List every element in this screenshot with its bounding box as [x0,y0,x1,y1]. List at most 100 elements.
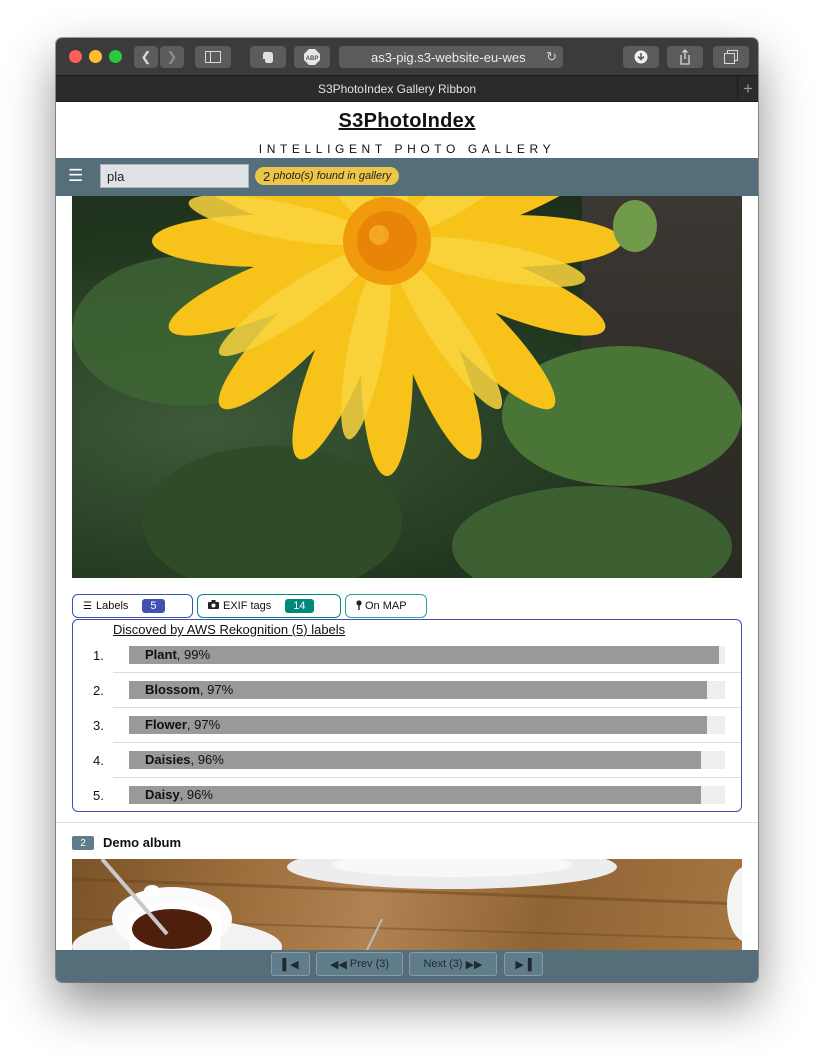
label-text: Blossom, 97% [145,682,233,697]
search-input[interactable] [100,164,249,188]
svg-text:ABP: ABP [306,56,319,62]
label-confidence: , 97% [186,717,221,732]
last-page-button[interactable]: ▶▐ [504,952,543,976]
tabs-icon [724,50,738,64]
tea-illustration [72,859,742,950]
label-row: 3. Flower, 97% [93,708,741,743]
gallery-photo-tea[interactable] [72,859,742,950]
label-name: Blossom [145,682,200,697]
label-name: Flower [145,717,187,732]
results-text: photo(s) found in gallery [273,170,392,182]
menu-icon[interactable]: ☰ [68,166,83,186]
chevron-right-icon: ❯ [166,49,178,64]
reload-icon[interactable]: ↻ [546,49,557,65]
confidence-bar [129,786,702,804]
map-pin-icon [356,599,362,613]
browser-toolbar: ❮ ❯ ABP as3-pig.s3-website-eu-wes ↻ [56,38,758,75]
close-window-button[interactable] [69,50,82,63]
prev-page-label: Prev (3) [349,958,390,970]
list-icon: ☰ [83,600,92,612]
chevron-left-icon: ❮ [140,49,152,64]
minimize-window-button[interactable] [89,50,102,63]
first-page-button[interactable]: ▌◀ [271,952,310,976]
address-bar[interactable]: as3-pig.s3-website-eu-wes ↻ [339,46,563,68]
abp-icon: ABP [304,49,320,65]
label-row: 1. Plant, 99% [93,638,741,673]
zoom-window-button[interactable] [109,50,122,63]
confidence-bar-track: Flower, 97% [129,716,725,734]
brand-subtitle: INTELLIGENT PHOTO GALLERY [258,142,556,156]
download-icon [634,50,648,64]
label-text: Daisy, 96% [145,787,213,802]
confidence-bar-track: Daisies, 96% [129,751,725,769]
label-text: Flower, 97% [145,717,220,732]
gallery-photo-flower[interactable] [72,196,742,578]
share-icon [680,49,690,65]
next-page-label: Next (3) [423,958,463,970]
tab-exif[interactable]: EXIF tags 14 [197,594,341,618]
divider [56,822,758,823]
label-row: 4. Daisies, 96% [93,743,741,778]
label-row: 5. Daisy, 96% [93,778,727,813]
tab-map[interactable]: On MAP [345,594,427,618]
labels-panel-title: Discoved by AWS Rekognition (5) labels [113,622,346,637]
results-badge: 2 photo(s) found in gallery [255,167,400,185]
label-rank: 2. [93,683,104,698]
pagination-bar: ▌◀ ◀◀ Prev (3) Next (3) ▶▶ ▶▐ [56,950,758,982]
skip-first-icon: ▌◀ [282,958,299,971]
tab-labels[interactable]: ☰ Labels 5 [72,594,193,618]
label-row: 2. Blossom, 97% [93,673,741,708]
brand-title[interactable]: S3PhotoIndex [56,110,758,133]
exif-count-badge: 14 [285,599,314,613]
confidence-bar [129,646,720,664]
page-content: S3PhotoIndex INTELLIGENT PHOTO GALLERY ☰… [56,102,758,950]
next-page-button[interactable]: Next (3) ▶▶ [409,952,497,976]
label-text: Plant, 99% [145,647,210,662]
forward-button[interactable]: ❯ [160,46,184,68]
elephant-icon [263,52,273,63]
sidebar-toggle-button[interactable] [195,46,231,68]
label-name: Daisies [145,752,191,767]
tab-bar: S3PhotoIndex Gallery Ribbon + [56,75,758,102]
tab-exif-label: EXIF tags [223,600,272,612]
album-count-badge: 2 [72,836,94,850]
confidence-bar-track: Blossom, 97% [129,681,725,699]
tab-overview-button[interactable] [713,46,749,68]
share-button[interactable] [667,46,703,68]
prev-page-button[interactable]: ◀◀ Prev (3) [316,952,403,976]
evernote-extension-button[interactable] [250,46,286,68]
label-rank: 4. [93,753,104,768]
label-rank: 1. [93,648,104,663]
fast-forward-icon: ▶▶ [465,958,483,971]
tab-active[interactable]: S3PhotoIndex Gallery Ribbon [56,76,738,101]
rewind-icon: ◀◀ [329,958,347,971]
address-text: as3-pig.s3-website-eu-wes [371,49,526,65]
confidence-bar-track: Daisy, 96% [129,786,725,804]
label-confidence: , 96% [190,752,224,767]
label-confidence: , 97% [199,682,234,697]
labels-panel: Discoved by AWS Rekognition (5) labels 1… [72,619,742,812]
labels-count-badge: 5 [142,599,165,613]
label-rank: 3. [93,718,104,733]
tab-labels-label: Labels [95,600,129,612]
label-text: Daisies, 96% [145,752,224,767]
new-tab-button[interactable]: + [737,76,758,101]
sidebar-icon [205,51,221,63]
navbar: ☰ 2 photo(s) found in gallery [56,158,758,196]
flower-illustration [152,196,657,476]
label-name: Plant [145,647,177,662]
downloads-button[interactable] [623,46,659,68]
tab-map-label: On MAP [365,600,407,612]
browser-window: ❮ ❯ ABP as3-pig.s3-website-eu-wes ↻ S3Ph… [56,38,758,982]
label-rank: 5. [93,788,104,803]
back-button[interactable]: ❮ [134,46,158,68]
label-confidence: , 96% [179,787,213,802]
adblock-extension-button[interactable]: ABP [294,46,330,68]
camera-icon [208,600,219,612]
results-count: 2 [263,168,271,184]
confidence-bar-track: Plant, 99% [129,646,725,664]
label-confidence: , 99% [176,647,211,662]
album-title[interactable]: Demo album [103,835,181,850]
skip-last-icon: ▶▐ [515,958,532,971]
label-name: Daisy [145,787,180,802]
